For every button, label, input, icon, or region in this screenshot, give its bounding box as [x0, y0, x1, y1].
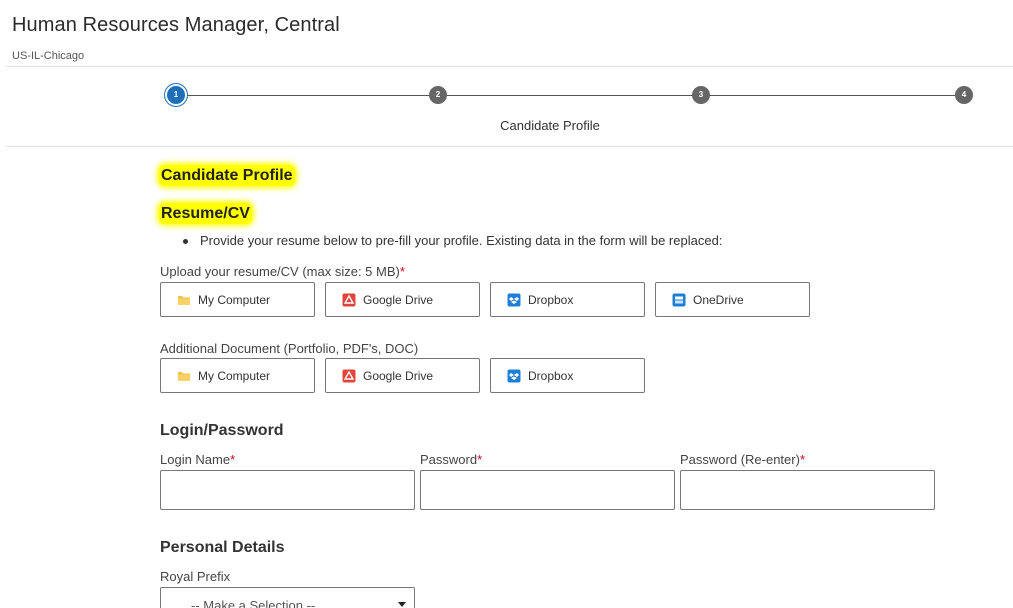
dropbox-icon	[507, 293, 521, 307]
password-input[interactable]	[420, 470, 675, 510]
additional-google-drive-button[interactable]: Google Drive	[325, 358, 480, 393]
password-reenter-label: Password (Re-enter)*	[680, 452, 805, 467]
stepper-line	[176, 95, 965, 96]
additional-dropbox-button[interactable]: Dropbox	[490, 358, 645, 393]
additional-document-label: Additional Document (Portfolio, PDF's, D…	[160, 341, 419, 356]
required-mark: *	[399, 264, 405, 279]
onedrive-icon	[672, 293, 686, 307]
royal-prefix-value: -- Make a Selection --	[191, 598, 316, 608]
button-label: My Computer	[198, 368, 271, 383]
step-2[interactable]: 2	[429, 86, 447, 104]
google-drive-icon	[342, 369, 356, 383]
required-mark: *	[477, 452, 483, 467]
bullet-dot	[183, 239, 188, 244]
current-step-label: Candidate Profile	[500, 118, 600, 133]
dropbox-icon	[507, 369, 521, 383]
job-title: Human Resources Manager, Central	[12, 14, 340, 36]
button-label: My Computer	[198, 292, 271, 307]
additional-my-computer-button[interactable]: My Computer	[160, 358, 315, 393]
royal-prefix-select[interactable]: -- Make a Selection --	[160, 587, 415, 608]
password-label: Password*	[420, 452, 483, 467]
folder-icon	[177, 369, 191, 383]
application-page: Human Resources Manager, Central US-IL-C…	[0, 0, 1013, 608]
personal-section-heading: Personal Details	[160, 539, 285, 556]
upload-my-computer-button[interactable]: My Computer	[160, 282, 315, 317]
button-label: Dropbox	[528, 368, 574, 383]
step-4[interactable]: 4	[955, 86, 973, 104]
resume-instructions: Provide your resume below to pre-fill yo…	[200, 233, 723, 248]
required-mark: *	[230, 452, 236, 467]
step-1[interactable]: 1	[167, 86, 185, 104]
password-reenter-input[interactable]	[680, 470, 935, 510]
chevron-down-icon	[398, 602, 406, 607]
job-location: US-IL-Chicago	[12, 50, 85, 62]
button-label: OneDrive	[693, 292, 744, 307]
button-label: Dropbox	[528, 292, 574, 307]
upload-dropbox-button[interactable]: Dropbox	[490, 282, 645, 317]
button-label: Google Drive	[363, 292, 434, 307]
folder-icon	[177, 293, 191, 307]
login-name-input[interactable]	[160, 470, 415, 510]
google-drive-icon	[342, 293, 356, 307]
required-mark: *	[799, 452, 805, 467]
upload-onedrive-button[interactable]: OneDrive	[655, 282, 810, 317]
page-heading: Candidate Profile	[159, 165, 295, 186]
header-divider	[6, 66, 1013, 67]
royal-prefix-label: Royal Prefix	[160, 569, 231, 584]
login-section-heading: Login/Password	[160, 422, 284, 439]
login-name-label: Login Name*	[160, 452, 236, 467]
step-3[interactable]: 3	[692, 86, 710, 104]
stepper-divider	[6, 146, 1013, 147]
upload-resume-label: Upload your resume/CV (max size: 5 MB)*	[160, 264, 405, 279]
resume-heading: Resume/CV	[159, 203, 252, 224]
upload-google-drive-button[interactable]: Google Drive	[325, 282, 480, 317]
button-label: Google Drive	[363, 368, 434, 383]
